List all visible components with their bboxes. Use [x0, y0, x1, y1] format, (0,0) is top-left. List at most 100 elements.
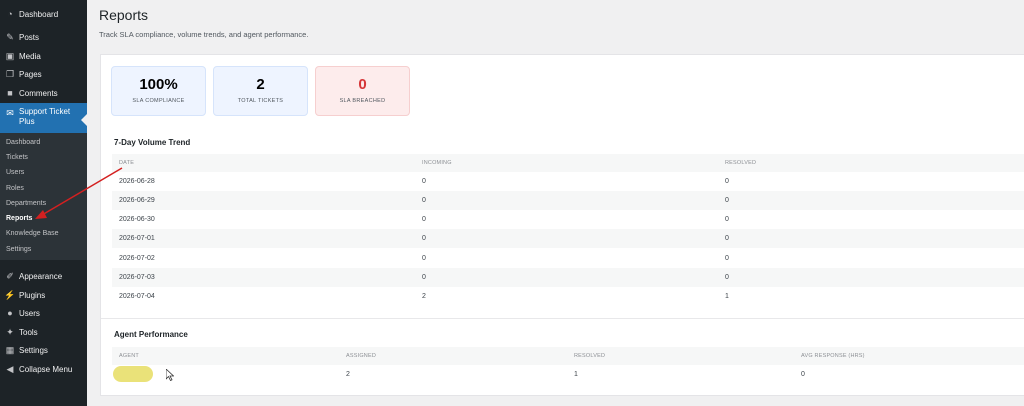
cell-date: 2026-06-28: [119, 178, 155, 185]
collapse-icon: ◀: [6, 363, 14, 374]
col-agent: AGENT: [119, 353, 139, 359]
agent-performance-title: Agent Performance: [114, 330, 188, 339]
stat-card-sla-compliance: 100% SLA COMPLIANCE: [111, 66, 206, 116]
menu-item-support-ticket-plus[interactable]: ✉ Support Ticket Plus: [0, 103, 87, 133]
stat-value: 100%: [139, 76, 178, 93]
cell-resolved: 1: [574, 371, 578, 378]
agent-table-row: 2 1 0: [112, 365, 1024, 384]
cell-date: 2026-07-02: [119, 255, 155, 262]
col-avg-response: AVG RESPONSE (HRS): [801, 353, 865, 359]
stat-card-sla-breached: 0 SLA BREACHED: [315, 66, 410, 116]
pin-icon: ✎: [6, 31, 14, 42]
comment-icon: ■: [7, 88, 13, 98]
submenu-tickets[interactable]: Tickets: [6, 154, 28, 161]
col-resolved: RESOLVED: [725, 160, 757, 166]
menu-item-comments[interactable]: ■ Comments: [0, 86, 87, 100]
menu-label: Comments: [19, 88, 58, 98]
menu-label: Collapse Menu: [19, 364, 73, 374]
mouse-cursor-icon: [166, 369, 174, 381]
page-subtitle: Track SLA compliance, volume trends, and…: [99, 30, 309, 39]
table-row: 2026-07-01 0 0: [112, 229, 1024, 248]
submenu-departments[interactable]: Departments: [6, 200, 46, 207]
settings-icon: ▦: [5, 344, 15, 355]
table-row: 2026-06-30 0 0: [112, 210, 1024, 229]
active-menu-arrow: [81, 114, 87, 126]
menu-label: Posts: [19, 32, 40, 42]
menu-item-appearance[interactable]: ✐ Appearance: [0, 269, 87, 283]
menu-label: Appearance: [19, 271, 63, 281]
menu-item-pages[interactable]: ❐ Pages: [0, 67, 87, 81]
support-ticket-submenu: Dashboard Tickets Users Roles Department…: [0, 133, 87, 260]
cell-date: 2026-07-03: [119, 274, 155, 281]
menu-item-media[interactable]: ▣ Media: [0, 49, 87, 63]
cell-incoming: 0: [422, 178, 426, 185]
menu-item-collapse[interactable]: ◀ Collapse Menu: [0, 362, 87, 376]
col-assigned: ASSIGNED: [346, 353, 377, 359]
cell-incoming: 2: [422, 293, 426, 300]
menu-item-users[interactable]: ● Users: [0, 306, 87, 320]
plugin-icon: ⚡: [4, 289, 16, 300]
menu-label: Pages: [19, 69, 42, 79]
divider: [101, 318, 1024, 319]
stats-panel: 100% SLA COMPLIANCE 2 TOTAL TICKETS 0 SL…: [100, 54, 1024, 126]
submenu-reports[interactable]: Reports: [6, 215, 32, 222]
media-icon: ▣: [5, 50, 15, 61]
cell-incoming: 0: [422, 274, 426, 281]
table-row: 2026-07-04 2 1: [112, 287, 1024, 306]
cell-resolved: 1: [725, 293, 729, 300]
menu-label: Tools: [19, 327, 38, 337]
brush-icon: ✐: [6, 270, 14, 281]
cell-date: 2026-07-04: [119, 293, 155, 300]
stat-label: SLA COMPLIANCE: [132, 98, 185, 104]
table-row: 2026-07-03 0 0: [112, 268, 1024, 287]
dashboard-icon: ◔: [7, 9, 13, 19]
cell-resolved: 0: [725, 255, 729, 262]
submenu-knowledge-base[interactable]: Knowledge Base: [6, 230, 59, 237]
col-incoming: INCOMING: [422, 160, 452, 166]
redacted-agent-name: [113, 366, 153, 382]
page-title: Reports: [99, 7, 149, 23]
cell-incoming: 0: [422, 255, 426, 262]
table-row: 2026-06-29 0 0: [112, 191, 1024, 210]
submenu-roles[interactable]: Roles: [6, 185, 24, 192]
stat-card-total-tickets: 2 TOTAL TICKETS: [213, 66, 308, 116]
menu-item-settings[interactable]: ▦ Settings: [0, 343, 87, 357]
menu-label: Users: [19, 308, 40, 318]
stat-value: 2: [256, 76, 265, 93]
admin-sidebar: ◔ Dashboard ✎ Posts ▣ Media ❐ Pages ■ Co…: [0, 0, 87, 406]
menu-label: Media: [19, 51, 41, 61]
cell-avg-response: 0: [801, 371, 805, 378]
submenu-settings[interactable]: Settings: [6, 246, 31, 253]
ticket-icon: ✉: [6, 107, 14, 118]
cell-incoming: 0: [422, 235, 426, 242]
cell-resolved: 0: [725, 216, 729, 223]
cell-date: 2026-07-01: [119, 235, 155, 242]
menu-item-tools[interactable]: ✦ Tools: [0, 325, 87, 339]
cell-incoming: 0: [422, 197, 426, 204]
pages-icon: ❐: [5, 68, 15, 79]
cell-date: 2026-06-30: [119, 216, 155, 223]
col-resolved: RESOLVED: [574, 353, 606, 359]
submenu-dashboard[interactable]: Dashboard: [6, 139, 40, 146]
table-row: 2026-07-02 0 0: [112, 249, 1024, 268]
wrench-icon: ✦: [6, 326, 14, 337]
menu-label: Plugins: [19, 290, 46, 300]
agent-table-header: AGENT ASSIGNED RESOLVED AVG RESPONSE (HR…: [112, 347, 1024, 365]
menu-item-dashboard[interactable]: ◔ Dashboard: [0, 7, 87, 21]
stat-label: SLA BREACHED: [339, 98, 386, 104]
cell-resolved: 0: [725, 178, 729, 185]
submenu-users[interactable]: Users: [6, 169, 24, 176]
menu-label: Settings: [19, 345, 48, 355]
cell-incoming: 0: [422, 216, 426, 223]
stat-value: 0: [358, 76, 367, 93]
user-icon: ●: [7, 308, 13, 318]
menu-item-plugins[interactable]: ⚡ Plugins: [0, 288, 87, 302]
cell-resolved: 0: [725, 235, 729, 242]
volume-table-header: DATE INCOMING RESOLVED: [112, 154, 1024, 172]
menu-item-posts[interactable]: ✎ Posts: [0, 30, 87, 44]
menu-label: Dashboard: [19, 9, 59, 19]
volume-trend-title: 7-Day Volume Trend: [114, 138, 191, 147]
table-row: 2026-06-28 0 0: [112, 172, 1024, 191]
cell-resolved: 0: [725, 274, 729, 281]
cell-date: 2026-06-29: [119, 197, 155, 204]
